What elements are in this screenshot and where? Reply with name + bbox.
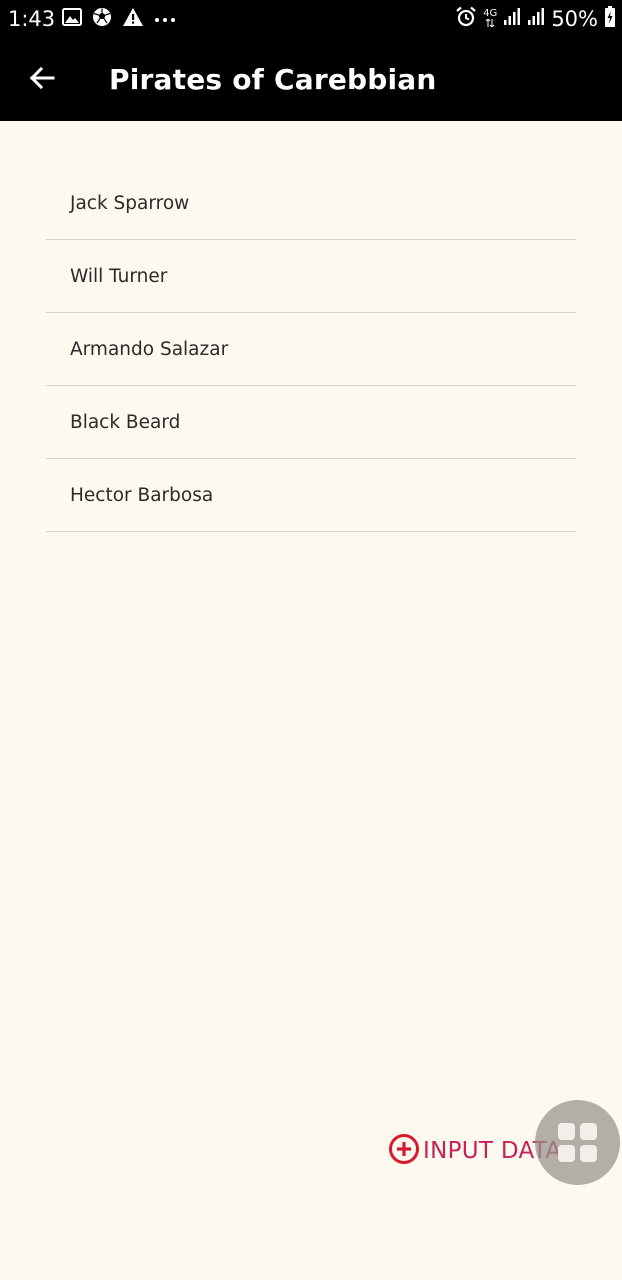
- status-notification-icons: [62, 7, 176, 32]
- status-time: 1:43: [8, 7, 56, 31]
- list-item[interactable]: Jack Sparrow: [46, 167, 576, 240]
- soccer-ball-icon: [92, 7, 112, 32]
- alarm-icon: [455, 6, 477, 33]
- back-button[interactable]: [20, 58, 64, 102]
- network-type-label: 4G: [483, 7, 498, 19]
- status-system-icons: 4G 50%: [455, 5, 616, 33]
- list-item[interactable]: Armando Salazar: [46, 313, 576, 386]
- list-item-label: Hector Barbosa: [70, 484, 214, 506]
- list-item-label: Will Turner: [70, 265, 168, 287]
- page-title: Pirates of Carebbian: [109, 63, 437, 96]
- list-item-label: Jack Sparrow: [70, 192, 190, 214]
- list-item-label: Armando Salazar: [70, 338, 229, 360]
- list-item-label: Black Beard: [70, 411, 181, 433]
- app-bar: Pirates of Carebbian: [0, 38, 622, 121]
- image-icon: [62, 7, 82, 31]
- plus-circle-icon: [388, 1133, 420, 1170]
- signal-icon: [503, 7, 521, 31]
- list-item[interactable]: Black Beard: [46, 386, 576, 459]
- list-item[interactable]: Will Turner: [46, 240, 576, 313]
- grid-menu-button[interactable]: [535, 1100, 620, 1185]
- battery-charging-icon: [604, 5, 616, 33]
- list-item[interactable]: Hector Barbosa: [46, 459, 576, 532]
- signal-icon: [527, 7, 545, 31]
- grid-icon: [558, 1123, 597, 1162]
- battery-percentage: 50%: [551, 7, 598, 31]
- status-bar: 1:43 4G 50%: [0, 0, 622, 38]
- pirate-list: Jack Sparrow Will Turner Armando Salazar…: [46, 167, 576, 532]
- more-dots-icon: [154, 10, 176, 28]
- warning-icon: [122, 7, 144, 32]
- network-4g-icon: 4G: [483, 7, 498, 30]
- arrow-left-icon: [29, 66, 55, 95]
- data-arrows-icon: [485, 17, 495, 30]
